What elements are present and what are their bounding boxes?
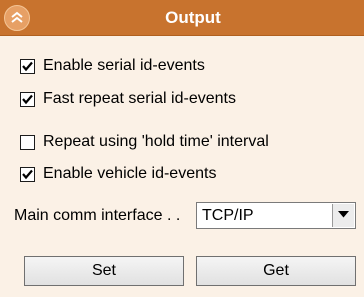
enable-vehicle-id-events-checkbox[interactable] [20,166,35,182]
checkmark-icon [22,94,33,104]
checkmark-icon [22,61,33,71]
panel-header: Output [0,0,364,36]
collapse-button[interactable] [4,5,30,31]
enable-vehicle-id-events-option[interactable]: Enable vehicle id-events [20,163,216,185]
enable-serial-id-events-checkbox[interactable] [20,58,35,74]
set-button[interactable]: Set [24,256,184,286]
enable-serial-id-events-option[interactable]: Enable serial id-events [20,55,205,77]
fast-repeat-serial-id-events-checkbox[interactable] [20,91,35,107]
double-chevron-up-icon [11,11,23,23]
enable-serial-id-events-label: Enable serial id-events [43,57,205,74]
repeat-using-hold-time-label: Repeat using 'hold time' interval [43,133,269,150]
output-panel: Output Enable serial id-events Fast repe… [0,0,364,297]
enable-vehicle-id-events-label: Enable vehicle id-events [43,165,217,182]
main-comm-interface-select[interactable]: TCP/IP [196,202,356,229]
dropdown-button[interactable] [332,204,354,227]
get-button[interactable]: Get [196,256,356,286]
fast-repeat-serial-id-events-label: Fast repeat serial id-events [43,90,236,107]
fast-repeat-serial-id-events-option[interactable]: Fast repeat serial id-events [20,88,236,110]
repeat-using-hold-time-option[interactable]: Repeat using 'hold time' interval [20,131,269,153]
panel-title: Output [165,8,221,27]
checkmark-icon [22,169,33,179]
repeat-using-hold-time-checkbox[interactable] [20,134,35,150]
main-comm-interface-value: TCP/IP [202,207,254,224]
triangle-down-icon [338,211,349,218]
main-comm-interface-label: Main comm interface . . [14,207,181,224]
